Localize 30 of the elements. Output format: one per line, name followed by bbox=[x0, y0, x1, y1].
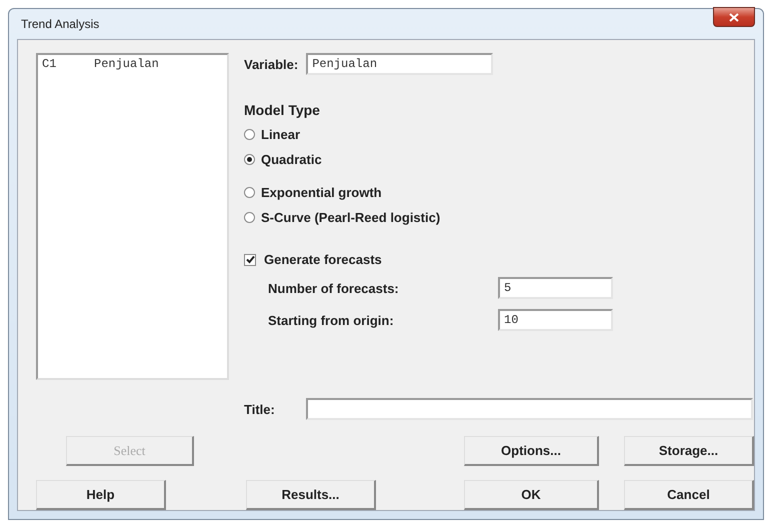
dialog-button[interactable]: Cancel bbox=[624, 480, 754, 510]
field-label: Number of forecasts: bbox=[268, 280, 400, 296]
variable-field[interactable]: Penjualan bbox=[306, 53, 494, 75]
title-label: Title: bbox=[244, 402, 276, 416]
radio-button[interactable] bbox=[244, 129, 255, 140]
radio-label[interactable]: S-Curve (Pearl-Reed logistic) bbox=[261, 210, 440, 225]
dialog-button[interactable]: Storage... bbox=[624, 436, 754, 466]
close-icon bbox=[729, 12, 739, 22]
title-field[interactable] bbox=[306, 398, 753, 420]
close-button[interactable] bbox=[713, 7, 755, 27]
field-label: Starting from origin: bbox=[268, 312, 395, 328]
input-field[interactable]: 5 bbox=[498, 277, 613, 299]
radio-label[interactable]: Quadratic bbox=[261, 152, 322, 167]
radio-label[interactable]: Linear bbox=[261, 127, 300, 142]
dialog-button[interactable]: Results... bbox=[246, 480, 376, 510]
dialog-button[interactable]: Options... bbox=[464, 436, 599, 466]
column-id[interactable]: C1 bbox=[42, 57, 94, 71]
radio-button[interactable] bbox=[244, 154, 255, 165]
radio-button[interactable] bbox=[244, 187, 255, 198]
variable-label: Variable: bbox=[244, 56, 298, 72]
dialog-button[interactable]: OK bbox=[464, 480, 599, 510]
checkbox-label[interactable]: Generate forecasts bbox=[264, 252, 382, 267]
column-name[interactable]: Penjualan bbox=[94, 57, 159, 71]
dialog-button[interactable]: Help bbox=[36, 480, 166, 510]
model-type-heading: Model Type bbox=[244, 102, 321, 118]
checkbox[interactable] bbox=[244, 254, 256, 266]
radio-button[interactable] bbox=[244, 212, 255, 223]
input-field[interactable]: 10 bbox=[498, 309, 613, 331]
radio-label[interactable]: Exponential growth bbox=[261, 185, 382, 200]
window-title: Trend Analysis bbox=[20, 17, 100, 31]
